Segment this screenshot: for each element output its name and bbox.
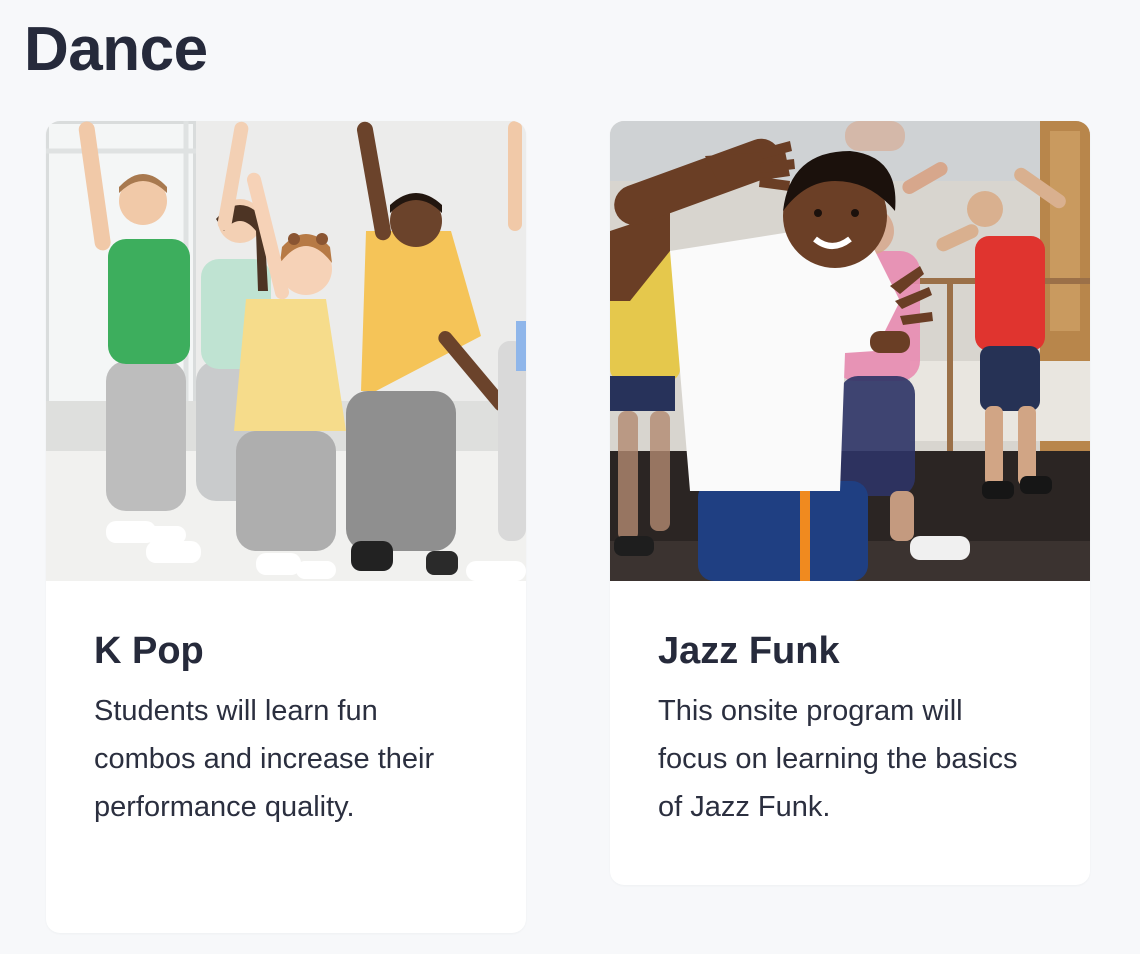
kids-dancing-photo: [46, 121, 526, 581]
boy-dancing-photo: [610, 121, 1090, 581]
program-card-jazz-funk[interactable]: Jazz Funk This onsite program will focus…: [610, 121, 1090, 885]
card-title: Jazz Funk: [658, 630, 840, 672]
card-description: This onsite program will focus on learni…: [658, 695, 1018, 823]
page-title: Dance: [24, 15, 208, 84]
card-title: K Pop: [94, 630, 204, 672]
program-card-k-pop[interactable]: K Pop Students will learn fun combos and…: [46, 121, 526, 933]
card-description: Students will learn fun combos and incre…: [94, 695, 435, 823]
